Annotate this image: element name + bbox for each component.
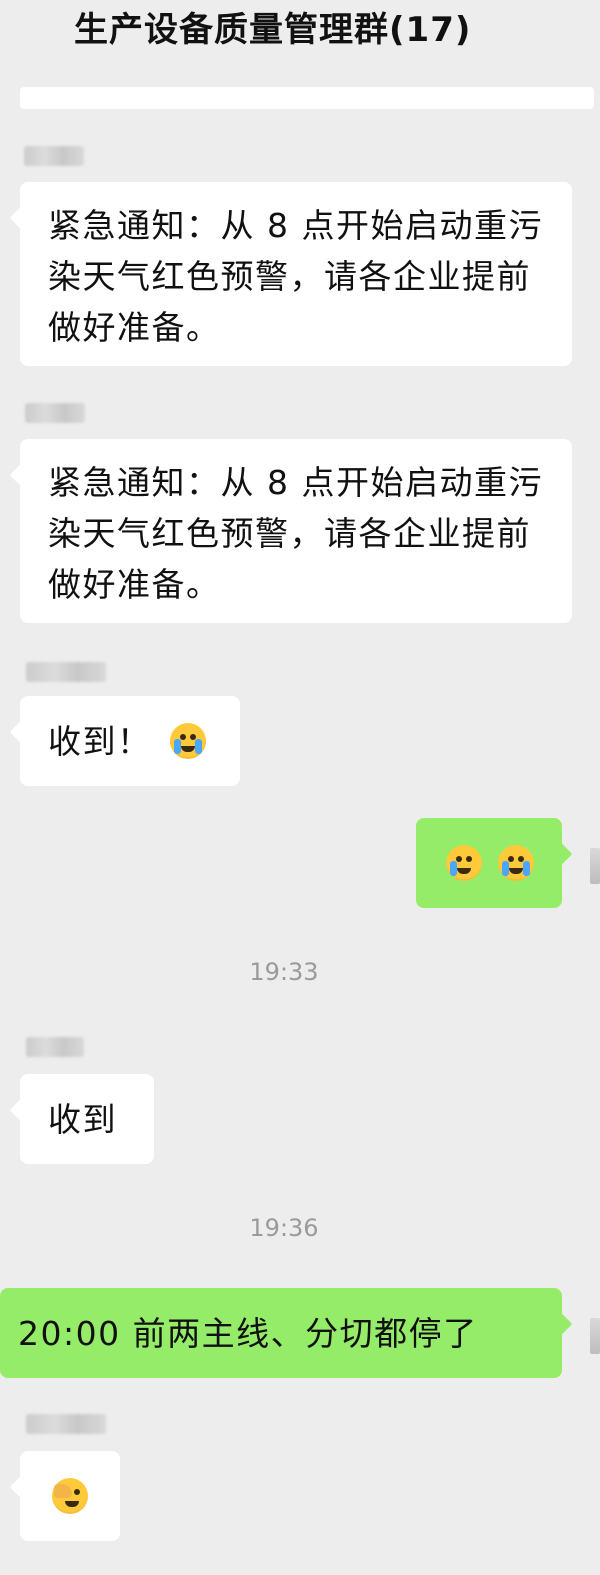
avatar-edge (590, 1318, 600, 1354)
message-bubble[interactable]: 紧急通知：从 8 点开始启动重污染天气红色预警，请各企业提前做好准备。 (20, 439, 572, 623)
message-text: 紧急通知：从 8 点开始启动重污染天气红色预警，请各企业提前做好准备。 (48, 206, 543, 347)
crying-face-icon (446, 845, 482, 881)
sender-name-blurred (26, 1037, 84, 1057)
message-text: 收到！ (48, 722, 152, 761)
pinned-message-strip[interactable] (20, 87, 594, 109)
sender-name-blurred (24, 146, 84, 166)
message-text: 收到 (48, 1100, 117, 1139)
message-bubble[interactable] (20, 1451, 120, 1541)
message-bubble[interactable]: 紧急通知：从 8 点开始启动重污染天气红色预警，请各企业提前做好准备。 (20, 182, 572, 366)
chat-title: 生产设备质量管理群(17) (74, 10, 472, 50)
sender-name-blurred (26, 1414, 106, 1434)
loudly-crying-face-icon (498, 845, 534, 881)
message-text: 20:00 前两主线、分切都停了 (18, 1314, 478, 1353)
timestamp: 19:36 (249, 1214, 319, 1242)
outgoing-message-bubble[interactable]: 20:00 前两主线、分切都停了 (0, 1288, 562, 1378)
message-text: 紧急通知：从 8 点开始启动重污染天气红色预警，请各企业提前做好准备。 (48, 463, 543, 604)
sender-name-blurred (26, 662, 106, 682)
chat-header: 生产设备质量管理群(17) (0, 0, 600, 70)
timestamp: 19:33 (249, 958, 319, 986)
message-bubble[interactable]: 收到！ (20, 696, 240, 786)
message-bubble[interactable]: 收到 (20, 1074, 154, 1164)
sender-name-blurred (25, 403, 85, 423)
crying-face-icon (170, 723, 206, 759)
face-palm-icon (52, 1478, 88, 1514)
outgoing-emoji-bubble[interactable] (416, 818, 562, 908)
avatar-edge (590, 848, 600, 884)
